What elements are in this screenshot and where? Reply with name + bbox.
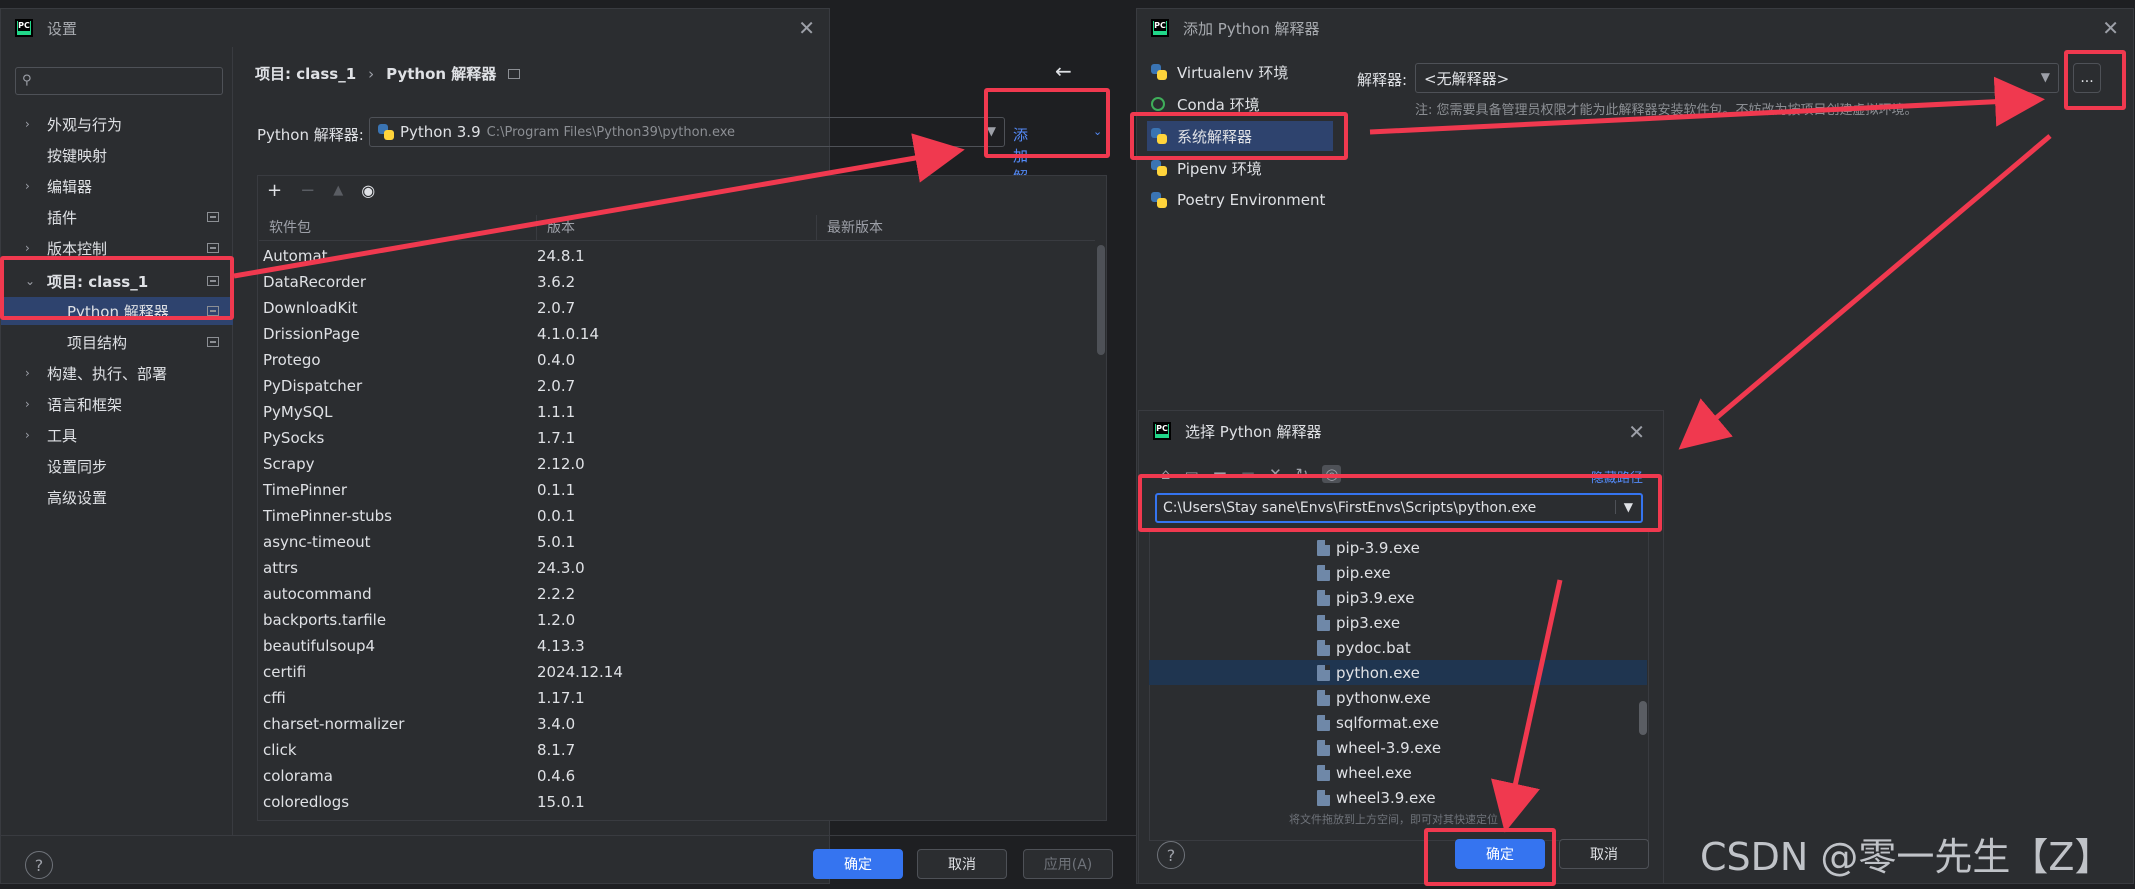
watermark: CSDN @零一先生【Z】 (1700, 835, 2113, 879)
arrow-path-to-ok (1491, 579, 1563, 833)
arrow-nav-to-add (233, 133, 965, 279)
annotation-arrows (233, 76, 2052, 833)
arrow-browse-to-path (1678, 134, 2052, 450)
arrow-system-to-browse (1369, 76, 2045, 135)
